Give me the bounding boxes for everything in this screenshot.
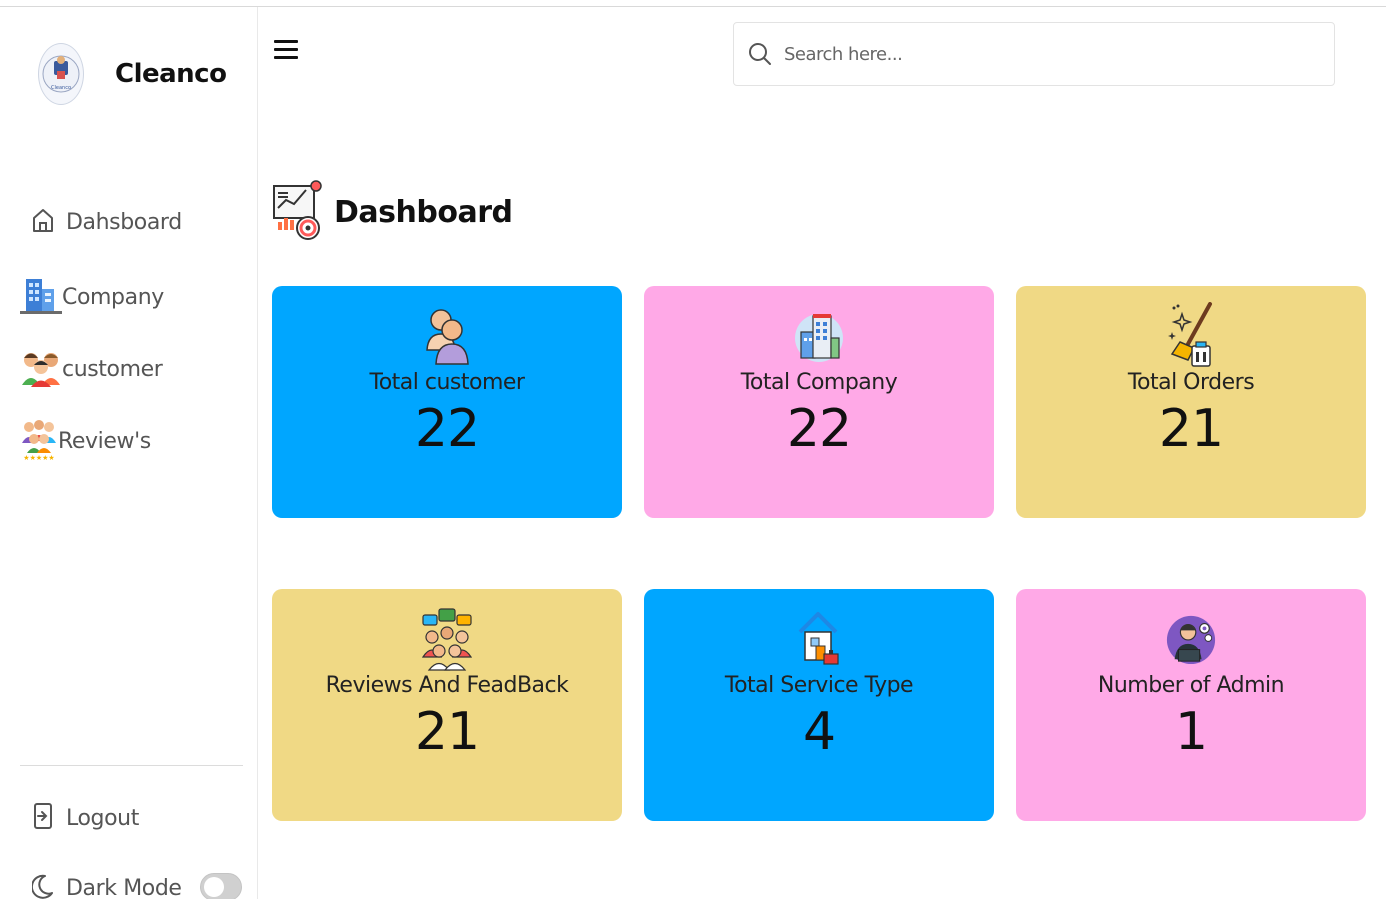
company-building-icon <box>20 275 62 319</box>
search-bar <box>733 22 1335 86</box>
admin-avatar-icon <box>1165 609 1217 669</box>
stat-value: 21 <box>414 702 480 762</box>
stat-label: Reviews And FeadBack <box>325 673 569 698</box>
stat-card-total-company[interactable]: Total Company 22 <box>644 286 994 518</box>
dark-mode-label: Dark Mode <box>66 875 182 899</box>
stat-label: Total customer <box>369 370 525 395</box>
stat-value: 1 <box>1174 702 1208 762</box>
stat-label: Total Orders <box>1127 370 1255 395</box>
search-input[interactable] <box>784 43 1324 65</box>
hamburger-line <box>274 48 298 51</box>
page-title: Dashboard <box>334 194 513 230</box>
sidebar-divider <box>20 765 243 766</box>
home-icon <box>32 207 54 237</box>
sidebar-item-reviews[interactable]: ★★★★★ Review's <box>20 417 151 465</box>
svg-text:Cleanco: Cleanco <box>51 85 71 91</box>
reviews-people-icon: ★★★★★ <box>20 417 58 465</box>
sidebar: Cleanco Cleanco Dahsboard Company custom… <box>0 7 258 899</box>
stat-card-number-of-admin[interactable]: Number of Admin 1 <box>1016 589 1366 821</box>
stat-label: Total Service Type <box>724 673 914 698</box>
stat-card-total-customer[interactable]: Total customer 22 <box>272 286 622 518</box>
customers-group-icon <box>20 347 62 391</box>
sidebar-item-dashboard[interactable]: Dahsboard <box>32 207 182 237</box>
stat-card-total-orders[interactable]: Total Orders 21 <box>1016 286 1366 518</box>
hamburger-line <box>274 40 298 43</box>
stat-value: 21 <box>1158 399 1224 459</box>
dark-mode-row: Dark Mode <box>30 873 182 899</box>
hamburger-line <box>274 56 298 59</box>
search-icon <box>748 42 772 66</box>
sidebar-item-label: Review's <box>58 428 151 454</box>
brand-name: Cleanco <box>115 59 227 89</box>
sidebar-item-company[interactable]: Company <box>20 275 164 319</box>
sidebar-item-label: customer <box>62 356 163 382</box>
feedback-people-icon <box>421 608 473 671</box>
dark-mode-toggle[interactable] <box>200 873 242 899</box>
sidebar-item-label: Company <box>62 284 164 310</box>
sidebar-item-customer[interactable]: customer <box>20 347 163 391</box>
stat-value: 22 <box>414 399 480 459</box>
logout-button[interactable]: Logout <box>32 802 139 834</box>
menu-toggle-button[interactable] <box>274 40 298 64</box>
cleaning-broom-icon <box>1165 302 1217 367</box>
toggle-knob <box>204 877 224 897</box>
customer-icon <box>421 306 473 366</box>
svg-text:★★★★★: ★★★★★ <box>23 454 54 461</box>
company-icon <box>793 306 845 366</box>
moon-icon <box>30 873 54 899</box>
stat-value: 22 <box>786 399 852 459</box>
stat-label: Number of Admin <box>1097 673 1285 698</box>
brand-logo: Cleanco <box>38 43 84 105</box>
stat-value: 4 <box>802 702 836 762</box>
sidebar-item-label: Dahsboard <box>66 209 182 235</box>
stat-label: Total Company <box>740 370 898 395</box>
logout-icon <box>32 802 54 834</box>
brand[interactable]: Cleanco Cleanco <box>38 43 227 105</box>
stat-card-total-service-type[interactable]: Total Service Type 4 <box>644 589 994 821</box>
stat-card-reviews-feedback[interactable]: Reviews And FeadBack 21 <box>272 589 622 821</box>
logout-label: Logout <box>66 805 139 831</box>
page-header: Dashboard <box>272 178 513 246</box>
dashboard-analytics-icon <box>272 178 324 246</box>
house-service-icon <box>793 609 845 669</box>
